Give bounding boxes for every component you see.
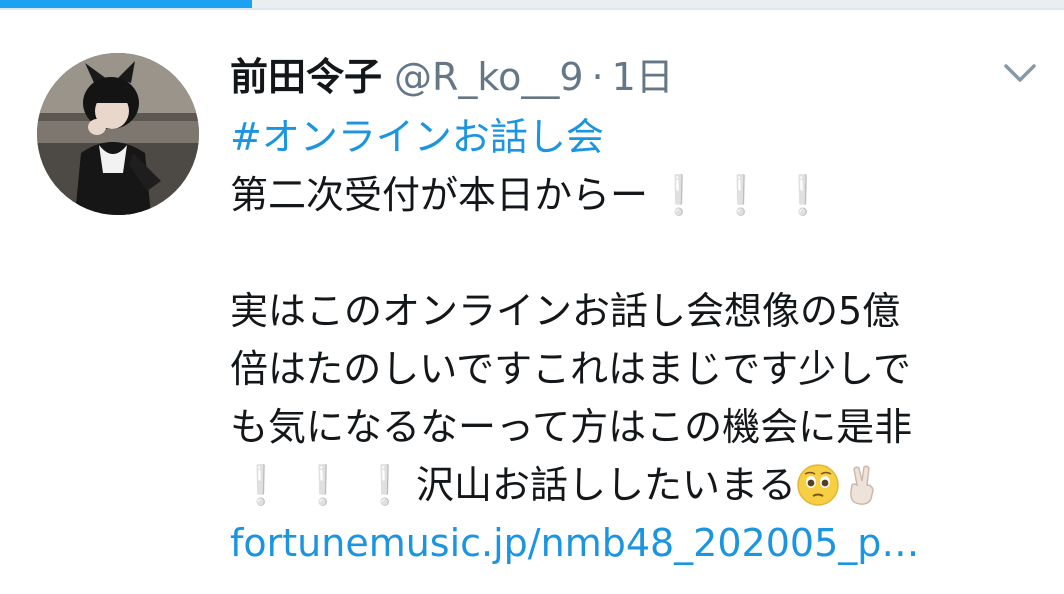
exclamation-icon: ❕ [655, 173, 703, 217]
exclamation-icon: ❕ [717, 173, 765, 217]
tweet-paragraph-line: 沢山お話ししたいまる [416, 463, 797, 507]
tweet-paragraph-line: 倍はたのしいですこれはまじです少しで [230, 347, 911, 391]
tweet-header: 前田令子 @R_ko__9 · 1日 [230, 48, 674, 106]
exclamation-icon: ❕ [361, 463, 409, 507]
loading-progress-bar [0, 0, 252, 8]
avatar[interactable] [37, 53, 199, 215]
pleading-face-icon [796, 463, 840, 507]
tweet-paragraph-line: 実はこのオンラインお話し会想像の5億 [230, 289, 901, 333]
tweet-line-1: 第二次受付が本日からー [230, 173, 649, 217]
timestamp[interactable]: 1日 [612, 55, 674, 99]
separator-dot: · [591, 55, 604, 99]
victory-hand-icon [840, 463, 884, 507]
tweet-link[interactable]: fortunemusic.jp/nmb48_202005_p… [230, 521, 919, 565]
author-handle[interactable]: @R_ko__9 [394, 55, 583, 99]
author-name[interactable]: 前田令子 [230, 55, 382, 99]
hashtag-link[interactable]: #オンラインお話し会 [230, 115, 604, 159]
tweet-text: #オンラインお話し会 第二次受付が本日からー ❕ ❕ ❕ 実はこのオンラインお話し会想… [230, 108, 1045, 572]
exclamation-icon: ❕ [779, 173, 827, 217]
exclamation-icon: ❕ [299, 463, 347, 507]
exclamation-icon: ❕ [237, 463, 285, 507]
tweet-paragraph-line: も気になるなーって方はこの機会に是非 [230, 405, 913, 449]
top-divider [0, 8, 1064, 10]
chevron-down-icon[interactable] [1000, 58, 1040, 88]
